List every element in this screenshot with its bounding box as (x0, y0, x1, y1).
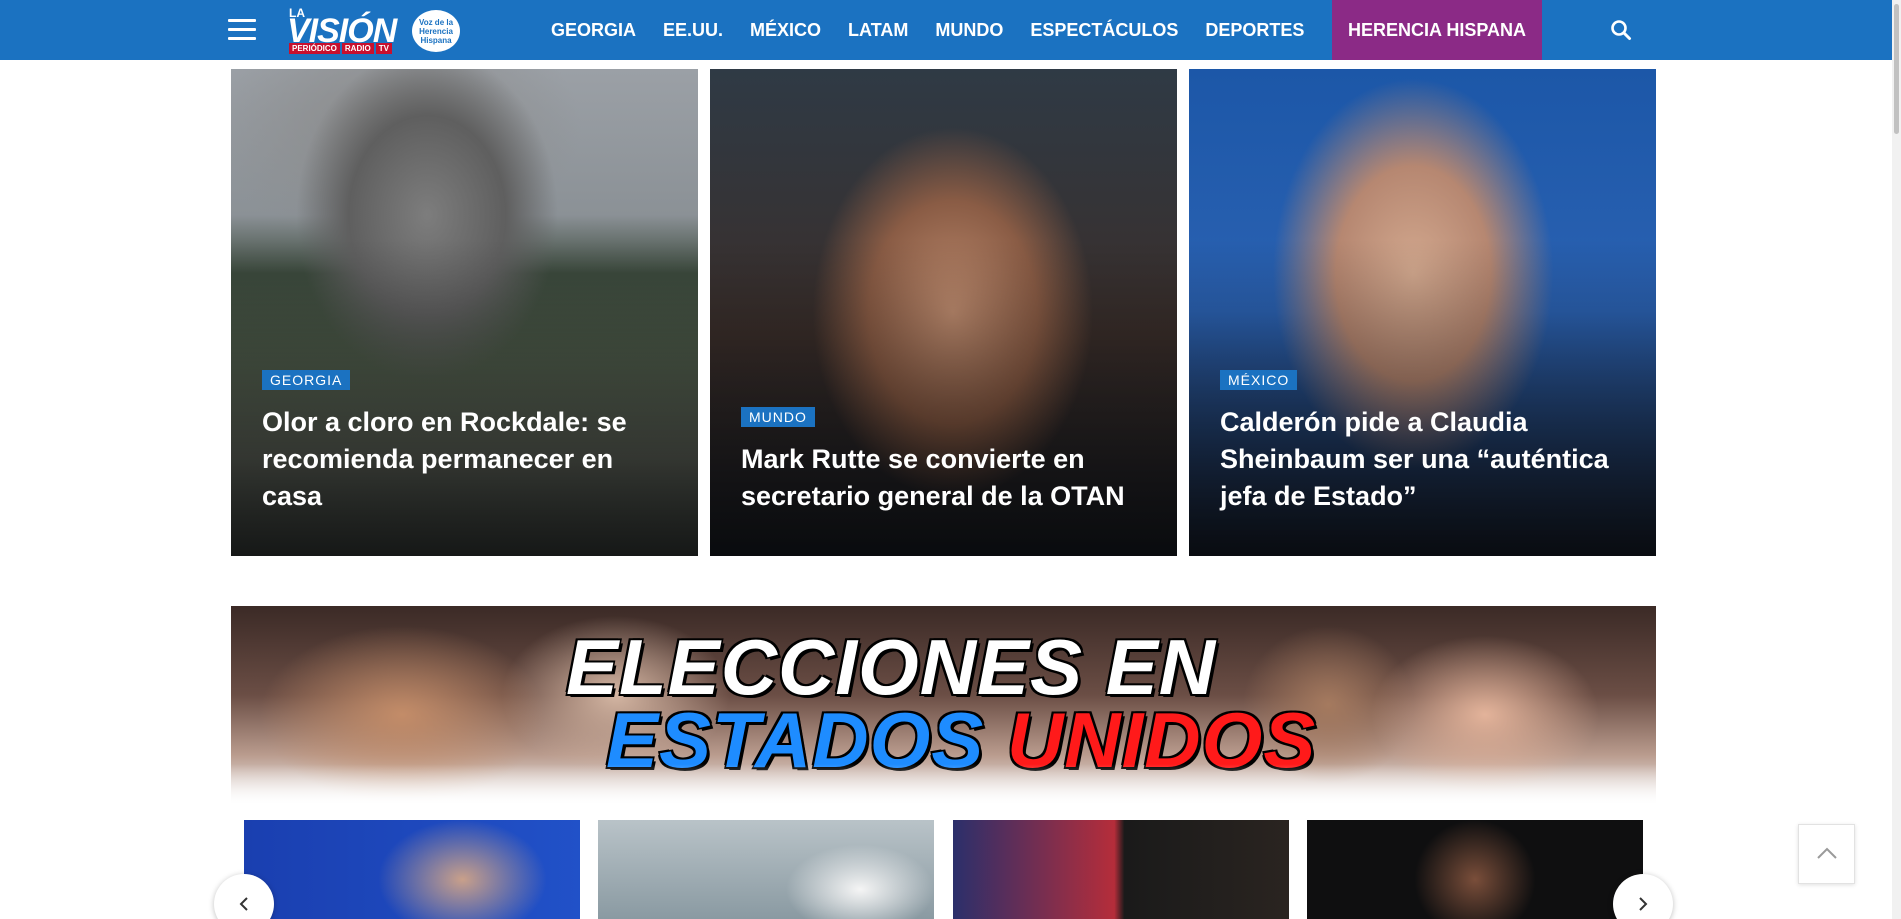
page: LA VISIÓN PERIÓDICO RADIO TV Voz de la H… (0, 0, 1901, 919)
nav-mexico[interactable]: MÉXICO (750, 20, 821, 41)
category-badge[interactable]: MUNDO (741, 407, 815, 427)
featured-card-rockdale[interactable]: GEORGIA Olor a cloro en Rockdale: se rec… (231, 69, 698, 556)
featured-stories: GEORGIA Olor a cloro en Rockdale: se rec… (231, 69, 1656, 556)
featured-card-rutte[interactable]: MUNDO Mark Rutte se convierte en secreta… (710, 69, 1177, 556)
site-logo[interactable]: LA VISIÓN PERIÓDICO RADIO TV Voz de la H… (287, 6, 462, 54)
carousel-item[interactable] (1307, 820, 1643, 919)
story-title[interactable]: Olor a cloro en Rockdale: se recomienda … (262, 404, 672, 515)
featured-card-calderon[interactable]: MÉXICO Calderón pide a Claudia Sheinbaum… (1189, 69, 1656, 556)
nav-herencia-hispana[interactable]: HERENCIA HISPANA (1332, 0, 1542, 60)
menu-icon[interactable] (228, 19, 256, 41)
nav-mundo[interactable]: MUNDO (935, 20, 1003, 41)
nav-herencia-hispana-label: HERENCIA HISPANA (1347, 19, 1526, 40)
carousel-item[interactable] (244, 820, 580, 919)
elections-banner[interactable]: ELECCIONES EN ESTADOS UNIDOS (231, 606, 1656, 804)
category-badge[interactable]: GEORGIA (262, 370, 351, 390)
carousel-item[interactable] (953, 820, 1289, 919)
logo-badge: Voz de la Herencia Hispana (412, 10, 460, 52)
page-scrollbar[interactable] (1892, 0, 1901, 919)
chevron-up-icon (1817, 847, 1837, 859)
logo-strip-periodico: PERIÓDICO (289, 43, 340, 54)
logo-badge-text: Voz de la Herencia Hispana (418, 17, 454, 45)
story-title[interactable]: Mark Rutte se convierte en secretario ge… (741, 441, 1151, 515)
scrollbar-thumb[interactable] (1894, 4, 1899, 134)
nav-eeuu[interactable]: EE.UU. (663, 20, 723, 41)
logo-strip: PERIÓDICO RADIO TV (289, 43, 392, 54)
back-to-top-button[interactable] (1798, 824, 1855, 884)
carousel-item[interactable] (598, 820, 934, 919)
search-icon[interactable] (1610, 19, 1632, 41)
category-badge[interactable]: MÉXICO (1220, 370, 1298, 390)
logo-strip-radio: RADIO (341, 43, 374, 54)
logo-strip-tv: TV (375, 43, 392, 54)
main-nav: GEORGIA EE.UU. MÉXICO LATAM MUNDO ESPECT… (551, 0, 1331, 60)
banner-fade (231, 764, 1656, 804)
nav-espectaculos[interactable]: ESPECTÁCULOS (1030, 20, 1178, 41)
story-title[interactable]: Calderón pide a Claudia Sheinbaum ser un… (1220, 404, 1630, 515)
nav-georgia[interactable]: GEORGIA (551, 20, 636, 41)
chevron-right-icon (1639, 897, 1648, 911)
nav-latam[interactable]: LATAM (848, 20, 908, 41)
nav-deportes[interactable]: DEPORTES (1205, 20, 1304, 41)
elections-carousel (214, 820, 1674, 919)
chevron-left-icon (239, 897, 248, 911)
site-header: LA VISIÓN PERIÓDICO RADIO TV Voz de la H… (0, 0, 1892, 60)
